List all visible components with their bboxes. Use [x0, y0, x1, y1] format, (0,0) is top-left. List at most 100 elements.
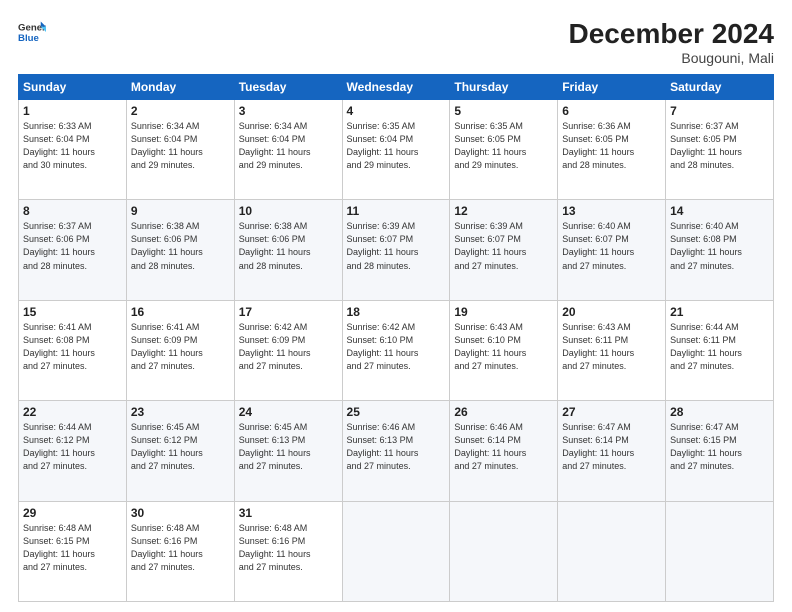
weekday-header-tuesday: Tuesday: [234, 75, 342, 100]
calendar-cell: 15Sunrise: 6:41 AM Sunset: 6:08 PM Dayli…: [19, 300, 127, 400]
day-number: 18: [347, 305, 446, 319]
logo-icon: General Blue: [18, 18, 46, 46]
calendar-cell: 14Sunrise: 6:40 AM Sunset: 6:08 PM Dayli…: [666, 200, 774, 300]
calendar-cell: 10 Sunrise: 6:38 AM Sunset: 6:06 PM Dayli…: [234, 200, 342, 300]
calendar-cell: 27Sunrise: 6:47 AM Sunset: 6:14 PM Dayli…: [558, 401, 666, 501]
day-number: 29: [23, 506, 122, 520]
calendar-cell: 13 Sunrise: 6:40 AM Sunset: 6:07 PM Dayli…: [558, 200, 666, 300]
day-info: Sunrise: 6:46 AM Sunset: 6:13 PM Dayligh…: [347, 421, 446, 473]
day-number: 28: [670, 405, 769, 419]
day-info: Sunrise: 6:43 AM Sunset: 6:11 PM Dayligh…: [562, 321, 661, 373]
weekday-header-row: SundayMondayTuesdayWednesdayThursdayFrid…: [19, 75, 774, 100]
day-info: Sunrise: 6:36 AM Sunset: 6:05 PM Dayligh…: [562, 120, 661, 172]
calendar-week-row: 29 Sunrise: 6:48 AM Sunset: 6:15 PM Dayli…: [19, 501, 774, 601]
day-info: Sunrise: 6:38 AM Sunset: 6:06 PM Dayligh…: [239, 220, 338, 272]
day-number: 22: [23, 405, 122, 419]
day-info: Sunrise: 6:44 AM Sunset: 6:12 PM Dayligh…: [23, 421, 122, 473]
calendar-cell: 19Sunrise: 6:43 AM Sunset: 6:10 PM Dayli…: [450, 300, 558, 400]
calendar-cell: [450, 501, 558, 601]
day-info: Sunrise: 6:33 AM Sunset: 6:04 PM Dayligh…: [23, 120, 122, 172]
weekday-header-thursday: Thursday: [450, 75, 558, 100]
day-number: 8: [23, 204, 122, 218]
day-info: Sunrise: 6:41 AM Sunset: 6:09 PM Dayligh…: [131, 321, 230, 373]
calendar-week-row: 8Sunrise: 6:37 AM Sunset: 6:06 PM Daylig…: [19, 200, 774, 300]
day-number: 7: [670, 104, 769, 118]
day-number: 3: [239, 104, 338, 118]
day-number: 4: [347, 104, 446, 118]
calendar-cell: 20 Sunrise: 6:43 AM Sunset: 6:11 PM Dayli…: [558, 300, 666, 400]
calendar-cell: 25 Sunrise: 6:46 AM Sunset: 6:13 PM Dayli…: [342, 401, 450, 501]
calendar-cell: [342, 501, 450, 601]
day-info: Sunrise: 6:48 AM Sunset: 6:15 PM Dayligh…: [23, 522, 122, 574]
day-number: 6: [562, 104, 661, 118]
day-number: 12: [454, 204, 553, 218]
day-number: 25: [347, 405, 446, 419]
calendar-table: SundayMondayTuesdayWednesdayThursdayFrid…: [18, 74, 774, 602]
day-number: 30: [131, 506, 230, 520]
day-number: 24: [239, 405, 338, 419]
day-number: 26: [454, 405, 553, 419]
title-block: December 2024 Bougouni, Mali: [569, 18, 774, 66]
day-info: Sunrise: 6:40 AM Sunset: 6:07 PM Dayligh…: [562, 220, 661, 272]
calendar-week-row: 1 Sunrise: 6:33 AM Sunset: 6:04 PM Daylig…: [19, 100, 774, 200]
calendar-cell: 1 Sunrise: 6:33 AM Sunset: 6:04 PM Daylig…: [19, 100, 127, 200]
day-info: Sunrise: 6:47 AM Sunset: 6:14 PM Dayligh…: [562, 421, 661, 473]
calendar-cell: 16Sunrise: 6:41 AM Sunset: 6:09 PM Dayli…: [126, 300, 234, 400]
header: General Blue December 2024 Bougouni, Mal…: [18, 18, 774, 66]
calendar-cell: 31 Sunrise: 6:48 AM Sunset: 6:16 PM Dayli…: [234, 501, 342, 601]
day-number: 21: [670, 305, 769, 319]
day-info: Sunrise: 6:46 AM Sunset: 6:14 PM Dayligh…: [454, 421, 553, 473]
day-number: 5: [454, 104, 553, 118]
calendar-cell: 12 Sunrise: 6:39 AM Sunset: 6:07 PM Dayli…: [450, 200, 558, 300]
day-number: 17: [239, 305, 338, 319]
day-info: Sunrise: 6:34 AM Sunset: 6:04 PM Dayligh…: [131, 120, 230, 172]
day-info: Sunrise: 6:42 AM Sunset: 6:09 PM Dayligh…: [239, 321, 338, 373]
day-info: Sunrise: 6:45 AM Sunset: 6:12 PM Dayligh…: [131, 421, 230, 473]
day-info: Sunrise: 6:43 AM Sunset: 6:10 PM Dayligh…: [454, 321, 553, 373]
calendar-cell: 23Sunrise: 6:45 AM Sunset: 6:12 PM Dayli…: [126, 401, 234, 501]
svg-text:Blue: Blue: [18, 33, 39, 44]
calendar-cell: [558, 501, 666, 601]
day-info: Sunrise: 6:48 AM Sunset: 6:16 PM Dayligh…: [239, 522, 338, 574]
calendar-cell: 5 Sunrise: 6:35 AM Sunset: 6:05 PM Daylig…: [450, 100, 558, 200]
calendar-cell: 4Sunrise: 6:35 AM Sunset: 6:04 PM Daylig…: [342, 100, 450, 200]
calendar-cell: 9 Sunrise: 6:38 AM Sunset: 6:06 PM Daylig…: [126, 200, 234, 300]
calendar-cell: 6 Sunrise: 6:36 AM Sunset: 6:05 PM Daylig…: [558, 100, 666, 200]
day-info: Sunrise: 6:39 AM Sunset: 6:07 PM Dayligh…: [347, 220, 446, 272]
day-info: Sunrise: 6:35 AM Sunset: 6:05 PM Dayligh…: [454, 120, 553, 172]
calendar-cell: 22 Sunrise: 6:44 AM Sunset: 6:12 PM Dayli…: [19, 401, 127, 501]
calendar-cell: 24Sunrise: 6:45 AM Sunset: 6:13 PM Dayli…: [234, 401, 342, 501]
day-number: 10: [239, 204, 338, 218]
weekday-header-friday: Friday: [558, 75, 666, 100]
day-info: Sunrise: 6:39 AM Sunset: 6:07 PM Dayligh…: [454, 220, 553, 272]
calendar-cell: 8Sunrise: 6:37 AM Sunset: 6:06 PM Daylig…: [19, 200, 127, 300]
calendar-cell: 21Sunrise: 6:44 AM Sunset: 6:11 PM Dayli…: [666, 300, 774, 400]
calendar-cell: 29 Sunrise: 6:48 AM Sunset: 6:15 PM Dayli…: [19, 501, 127, 601]
calendar-cell: 18Sunrise: 6:42 AM Sunset: 6:10 PM Dayli…: [342, 300, 450, 400]
calendar-cell: [666, 501, 774, 601]
day-info: Sunrise: 6:34 AM Sunset: 6:04 PM Dayligh…: [239, 120, 338, 172]
day-number: 2: [131, 104, 230, 118]
day-info: Sunrise: 6:40 AM Sunset: 6:08 PM Dayligh…: [670, 220, 769, 272]
calendar-cell: 7 Sunrise: 6:37 AM Sunset: 6:05 PM Daylig…: [666, 100, 774, 200]
logo: General Blue: [18, 18, 46, 46]
day-number: 31: [239, 506, 338, 520]
day-info: Sunrise: 6:37 AM Sunset: 6:05 PM Dayligh…: [670, 120, 769, 172]
page: General Blue December 2024 Bougouni, Mal…: [0, 0, 792, 612]
day-info: Sunrise: 6:38 AM Sunset: 6:06 PM Dayligh…: [131, 220, 230, 272]
day-number: 20: [562, 305, 661, 319]
weekday-header-wednesday: Wednesday: [342, 75, 450, 100]
day-number: 11: [347, 204, 446, 218]
calendar-cell: 28Sunrise: 6:47 AM Sunset: 6:15 PM Dayli…: [666, 401, 774, 501]
day-number: 1: [23, 104, 122, 118]
day-number: 13: [562, 204, 661, 218]
calendar-cell: 26 Sunrise: 6:46 AM Sunset: 6:14 PM Dayli…: [450, 401, 558, 501]
day-number: 9: [131, 204, 230, 218]
calendar-cell: 2 Sunrise: 6:34 AM Sunset: 6:04 PM Daylig…: [126, 100, 234, 200]
location: Bougouni, Mali: [569, 50, 774, 66]
calendar-week-row: 15Sunrise: 6:41 AM Sunset: 6:08 PM Dayli…: [19, 300, 774, 400]
weekday-header-sunday: Sunday: [19, 75, 127, 100]
calendar-week-row: 22 Sunrise: 6:44 AM Sunset: 6:12 PM Dayli…: [19, 401, 774, 501]
weekday-header-monday: Monday: [126, 75, 234, 100]
calendar-cell: 17 Sunrise: 6:42 AM Sunset: 6:09 PM Dayli…: [234, 300, 342, 400]
